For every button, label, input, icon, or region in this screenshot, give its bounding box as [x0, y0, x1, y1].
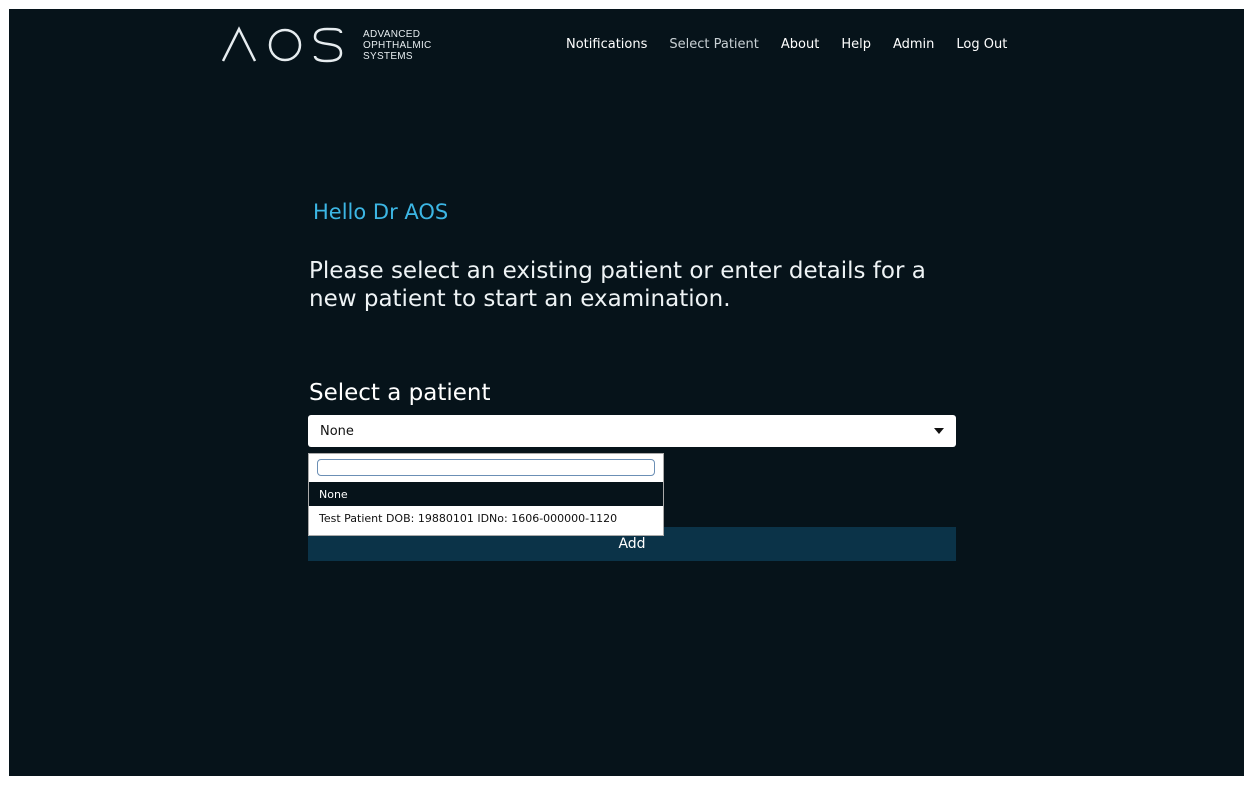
nav-admin[interactable]: Admin — [893, 37, 934, 52]
nav-help[interactable]: Help — [841, 37, 871, 52]
nav-log-out[interactable]: Log Out — [956, 37, 1007, 52]
instructions-text: Please select an existing patient or ent… — [309, 258, 926, 312]
nav-about[interactable]: About — [781, 37, 819, 52]
greeting: Hello Dr AOS — [313, 200, 449, 224]
nav-select-patient[interactable]: Select Patient — [669, 37, 759, 52]
nav-notifications[interactable]: Notifications — [566, 37, 647, 52]
top-nav: Notifications Select Patient About Help … — [566, 37, 1007, 52]
chevron-down-icon — [934, 428, 944, 434]
dropdown-option-test-patient[interactable]: Test Patient DOB: 19880101 IDNo: 1606-00… — [309, 506, 663, 530]
patient-select-value: None — [320, 423, 354, 439]
logo-text-line3: SYSTEMS — [363, 50, 413, 62]
app-frame: ADVANCED OPHTHALMIC SYSTEMS Notification… — [9, 9, 1244, 776]
patient-search-input[interactable] — [317, 459, 655, 476]
dropdown-option-none[interactable]: None — [309, 482, 663, 506]
logo-text-line2: OPHTHALMIC — [363, 39, 432, 51]
aos-logo[interactable]: ADVANCED OPHTHALMIC SYSTEMS — [221, 25, 432, 65]
select-patient-label: Select a patient — [309, 380, 491, 406]
patient-select[interactable]: None — [308, 415, 956, 447]
logo-text-line1: ADVANCED — [363, 28, 421, 40]
logo-text: ADVANCED OPHTHALMIC SYSTEMS — [363, 29, 432, 62]
aos-logo-mark — [221, 26, 343, 63]
patient-dropdown: None Test Patient DOB: 19880101 IDNo: 16… — [308, 453, 664, 536]
